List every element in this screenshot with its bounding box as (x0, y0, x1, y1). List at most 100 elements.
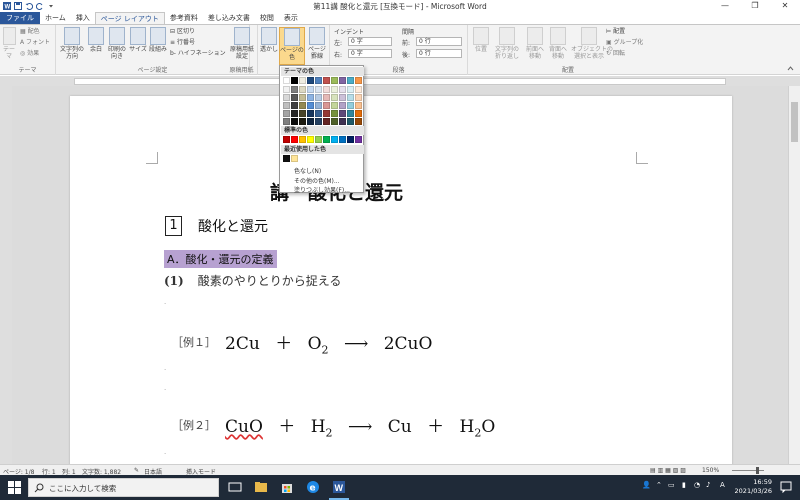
indent-right-field[interactable]: 0 字 (348, 49, 392, 58)
theme-color-swatch[interactable] (347, 77, 354, 84)
undo-icon[interactable] (25, 2, 33, 10)
theme-shade-swatch[interactable] (339, 86, 346, 93)
theme-shade-swatch[interactable] (347, 118, 354, 125)
volume-icon[interactable]: ♪ (706, 481, 710, 489)
theme-shade-swatch[interactable] (323, 102, 330, 109)
theme-shade-swatch[interactable] (331, 86, 338, 93)
size-button[interactable]: サイズ (129, 27, 147, 53)
word-taskbar-icon[interactable]: W (332, 480, 346, 494)
send-backward-button[interactable]: 背面へ 移動 (547, 27, 569, 60)
status-zoom-level[interactable]: 150% (702, 467, 719, 474)
theme-shade-swatch[interactable] (323, 94, 330, 101)
standard-color-swatch[interactable] (339, 136, 346, 143)
theme-shade-swatch[interactable] (339, 118, 346, 125)
margins-button[interactable]: 余白 (88, 27, 104, 53)
line-numbers-button[interactable]: ≡ 行番号 (170, 39, 195, 47)
scrollbar-thumb[interactable] (791, 102, 798, 142)
store-icon[interactable] (280, 480, 294, 494)
vertical-scrollbar[interactable] (788, 86, 800, 464)
theme-color-swatch[interactable] (299, 77, 306, 84)
recent-color-swatch[interactable] (291, 155, 298, 162)
wifi-icon[interactable]: ◔ (694, 481, 700, 489)
standard-color-swatch[interactable] (355, 136, 362, 143)
theme-shade-swatch[interactable] (307, 86, 314, 93)
indent-left-field[interactable]: 0 字 (348, 37, 392, 46)
tab-references[interactable]: 参考資料 (165, 12, 203, 24)
tab-mailings[interactable]: 差し込み文書 (203, 12, 255, 24)
fonts-button[interactable]: A フォント (20, 39, 50, 47)
tab-file[interactable]: ファイル (0, 12, 40, 24)
view-mode-icons[interactable]: ▤ ▥ ▦ ▧ ▨ (650, 467, 686, 474)
more-colors-option[interactable]: その他の色(M)... (294, 176, 340, 185)
redo-icon[interactable] (36, 2, 44, 10)
theme-shade-swatch[interactable] (283, 102, 290, 109)
recent-color-swatch[interactable] (283, 155, 290, 162)
network-icon[interactable]: ▭ (668, 481, 675, 489)
manuscript-settings-button[interactable]: 原稿用紙 設定 (228, 27, 256, 60)
task-view-icon[interactable] (228, 480, 242, 494)
group-button[interactable]: ▣ グループ化 (606, 39, 643, 47)
tab-page-layout[interactable]: ページ レイアウト (94, 12, 165, 24)
theme-color-swatch[interactable] (307, 77, 314, 84)
theme-shade-swatch[interactable] (347, 94, 354, 101)
theme-shade-swatch[interactable] (347, 86, 354, 93)
theme-shade-swatch[interactable] (347, 110, 354, 117)
standard-color-swatch[interactable] (347, 136, 354, 143)
spacing-before-field[interactable]: 0 行 (416, 37, 462, 46)
taskbar-clock[interactable]: 16:59 2021/03/26 (735, 478, 772, 496)
orientation-button[interactable]: 印刷の 向き (106, 27, 128, 60)
spacing-after-field[interactable]: 0 行 (416, 49, 462, 58)
standard-color-swatch[interactable] (323, 136, 330, 143)
tab-home[interactable]: ホーム (40, 12, 71, 24)
theme-shade-swatch[interactable] (291, 86, 298, 93)
file-explorer-icon[interactable] (254, 480, 268, 494)
theme-shade-swatch[interactable] (299, 94, 306, 101)
columns-button[interactable]: 段組み (148, 27, 168, 53)
proofing-icon[interactable]: ✎ (134, 467, 139, 474)
theme-shade-swatch[interactable] (283, 94, 290, 101)
page-borders-button[interactable]: ページ 罫線 (307, 27, 327, 60)
edge-browser-icon[interactable]: e (306, 480, 320, 494)
rotate-button[interactable]: ↻ 回転 (606, 50, 625, 58)
tab-view[interactable]: 表示 (279, 12, 303, 24)
theme-shade-swatch[interactable] (355, 110, 362, 117)
theme-shade-swatch[interactable] (355, 102, 362, 109)
tab-review[interactable]: 校閲 (255, 12, 279, 24)
page-color-button[interactable]: ページの色 (279, 27, 305, 65)
tab-insert[interactable]: 挿入 (71, 12, 95, 24)
standard-color-swatch[interactable] (283, 136, 290, 143)
theme-shade-swatch[interactable] (283, 118, 290, 125)
theme-color-swatch[interactable] (323, 77, 330, 84)
text-direction-button[interactable]: 文字列の 方向 (58, 27, 86, 60)
people-icon[interactable]: 👤 (642, 481, 651, 489)
standard-color-swatch[interactable] (299, 136, 306, 143)
theme-shade-swatch[interactable] (291, 94, 298, 101)
theme-color-swatch[interactable] (331, 77, 338, 84)
save-icon[interactable] (14, 2, 22, 10)
zoom-slider-knob[interactable] (756, 467, 759, 474)
close-button[interactable]: ✕ (770, 0, 800, 12)
standard-color-swatch[interactable] (291, 136, 298, 143)
zoom-slider[interactable] (732, 470, 764, 471)
theme-shade-swatch[interactable] (299, 102, 306, 109)
theme-shade-swatch[interactable] (331, 94, 338, 101)
breaks-button[interactable]: ⊟ 区切り (170, 28, 195, 36)
position-button[interactable]: 位置 (472, 27, 490, 53)
theme-shade-swatch[interactable] (307, 110, 314, 117)
theme-shade-swatch[interactable] (355, 94, 362, 101)
wrap-text-button[interactable]: 文字列の 折り返し (492, 27, 522, 60)
theme-shade-swatch[interactable] (307, 118, 314, 125)
theme-shade-swatch[interactable] (299, 118, 306, 125)
align-button[interactable]: ⊨ 配置 (606, 28, 625, 36)
theme-shade-swatch[interactable] (347, 102, 354, 109)
show-hidden-icons-icon[interactable]: ⌃ (656, 481, 662, 489)
minimize-button[interactable]: — (710, 0, 740, 12)
battery-icon[interactable]: ▮ (682, 481, 686, 489)
theme-shade-swatch[interactable] (283, 86, 290, 93)
theme-shade-swatch[interactable] (339, 94, 346, 101)
windows-start-icon[interactable] (8, 481, 21, 494)
selection-pane-button[interactable]: オブジェクトの 選択と表示 (571, 27, 613, 60)
theme-button[interactable]: テーマ (2, 27, 16, 60)
standard-color-swatch[interactable] (315, 136, 322, 143)
theme-shade-swatch[interactable] (323, 86, 330, 93)
